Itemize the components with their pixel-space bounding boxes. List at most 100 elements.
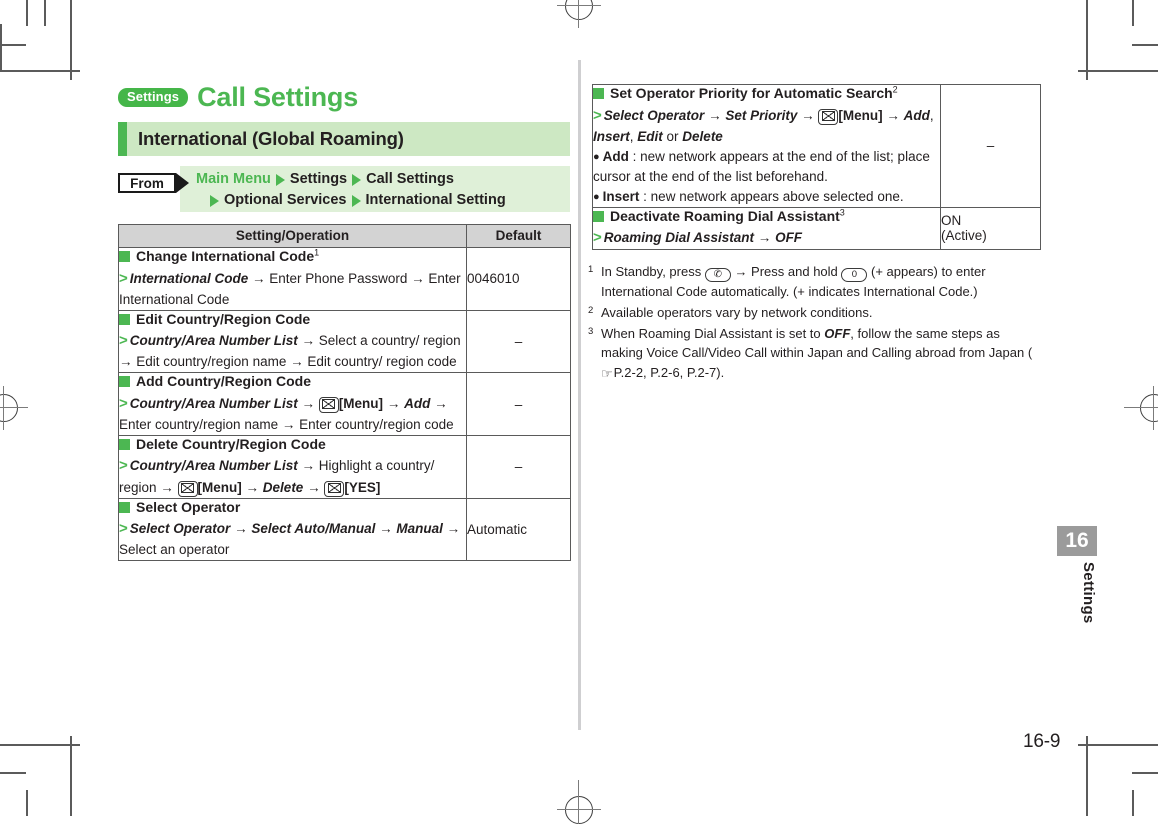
text-run: Add <box>602 148 629 164</box>
text-run: : new network appears at the end of the … <box>593 148 930 184</box>
text-run: Set Priority <box>725 107 798 123</box>
footnote-text: Available operators vary by network cond… <box>601 303 1040 323</box>
footnote-number: 1 <box>588 264 594 275</box>
step-arrow-icon: > <box>593 106 602 124</box>
breadcrumb-item-international-setting: International Setting <box>365 192 506 209</box>
text-run: Country/Area Number List <box>129 333 298 349</box>
settings-table-left: Setting/Operation Default Change Interna… <box>118 224 571 562</box>
setting-title: Edit Country/Region Code <box>119 311 466 329</box>
step-arrow-icon: > <box>119 269 128 287</box>
text-run: OFF <box>824 325 851 341</box>
table-row: Deactivate Roaming Dial Assistant3 > Roami… <box>592 206 1041 251</box>
text-run: or <box>662 128 683 144</box>
breadcrumb: From Main Menu Settings Call Settings Op… <box>118 166 570 212</box>
operation-note: ● Add : new network appears at the end of… <box>593 147 940 187</box>
setting-title: Select Operator <box>119 499 466 517</box>
operation-step: > International Code → Enter Phone Passwo… <box>119 268 466 310</box>
call-key-icon: ✆ <box>704 268 731 282</box>
step-arrow-icon: > <box>119 332 128 350</box>
footnote: 1 In Standby, press ✆ → Press and hold 0 … <box>588 262 1040 302</box>
text-run: → <box>375 521 397 537</box>
cell-setting-operation: Delete Country/Region Code > Country/Area … <box>118 434 467 499</box>
footnote-number: 2 <box>588 304 594 316</box>
default-value-line: – <box>986 138 995 154</box>
setting-title-text: Deactivate Roaming Dial Assistant3 <box>610 206 845 224</box>
footnote-text: In Standby, press ✆ → Press and hold 0 (… <box>601 262 1040 302</box>
chapter-side-tab: 16 Settings <box>1057 526 1097 624</box>
setting-title-text: Delete Country/Region Code <box>136 435 326 452</box>
bullet-icon: ● <box>593 150 600 163</box>
operation-step: > Roaming Dial Assistant → OFF <box>593 227 940 249</box>
bullet-icon: ● <box>593 190 600 203</box>
manual-page: Settings Call Settings International (Gl… <box>0 0 1158 824</box>
text-run: Add <box>404 395 431 411</box>
envelope-key-icon <box>318 396 339 413</box>
column-divider <box>578 60 581 730</box>
green-square-icon <box>119 376 130 388</box>
footnote-marker: 3 <box>839 206 845 217</box>
section-title: International (Global Roaming) <box>138 128 404 149</box>
text-run: → <box>754 230 776 246</box>
footnote-marker: 1 <box>314 247 320 258</box>
chevron-right-icon <box>352 173 362 186</box>
page-title: Call Settings <box>197 82 359 112</box>
text-run: When Roaming Dial Assistant is set to <box>601 325 825 341</box>
page-reference-icon: ☞ <box>601 366 613 381</box>
green-square-icon <box>593 88 604 99</box>
settings-badge: Settings <box>118 87 189 108</box>
text-run: → <box>797 107 819 123</box>
default-value-line: – <box>514 459 523 475</box>
footnote-text: When Roaming Dial Assistant is set to OF… <box>601 324 1040 384</box>
operation-note: ● Insert : new network appears above sele… <box>593 187 940 207</box>
chapter-label: Settings <box>1080 562 1097 624</box>
table-row: Edit Country/Region Code > Country/Area Nu… <box>118 309 571 374</box>
text-run: : new network appears above selected one… <box>639 188 904 204</box>
crop-mark-bottom-right <box>1036 694 1158 816</box>
registration-mark-left <box>0 386 28 430</box>
breadcrumb-item-call-settings: Call Settings <box>366 171 454 188</box>
chapter-number: 16 <box>1057 526 1097 556</box>
envelope-key-icon <box>818 108 839 125</box>
registration-mark-right <box>1124 386 1158 430</box>
registration-mark-bottom <box>557 780 601 826</box>
default-value-line: (Active) <box>941 228 987 244</box>
cell-default-value: – <box>466 434 571 499</box>
cell-default-value: – <box>466 309 571 374</box>
operation-step: > Country/Area Number List → [Menu] → Add… <box>119 393 466 435</box>
default-value-line: – <box>514 333 523 349</box>
text-run: Delete <box>262 479 304 495</box>
text-run: → Press and hold <box>730 264 842 279</box>
green-square-icon <box>119 501 130 513</box>
section-accent-tick <box>118 122 127 156</box>
table-row: Change International Code1 > International… <box>118 247 571 311</box>
chevron-right-icon <box>351 194 361 207</box>
text-run: P.2-2, P.2-6, P.2-7). <box>613 365 725 380</box>
envelope-key-icon <box>177 480 198 497</box>
text-run: Insert <box>602 188 640 204</box>
footnote-marker: 2 <box>892 84 898 95</box>
setting-title: Deactivate Roaming Dial Assistant3 <box>593 206 940 226</box>
from-label: From <box>118 173 176 193</box>
cell-default-value: ON (Active) <box>940 206 1041 251</box>
text-run: , <box>929 107 934 123</box>
setting-title-text: Change International Code1 <box>136 247 320 264</box>
green-square-icon <box>119 313 130 325</box>
crop-mark-tl-box <box>0 0 130 130</box>
text-run: → <box>303 479 325 495</box>
cell-default-value: Automatic <box>466 497 571 562</box>
text-run: Available operators vary by network cond… <box>601 304 873 320</box>
setting-title-text: Edit Country/Region Code <box>136 310 311 327</box>
step-arrow-icon: > <box>593 229 602 247</box>
cell-setting-operation: Deactivate Roaming Dial Assistant3 > Roami… <box>592 206 941 251</box>
envelope-key-icon <box>324 480 345 497</box>
setting-title-text: Add Country/Region Code <box>136 373 311 390</box>
step-arrow-icon: > <box>119 520 128 538</box>
text-run: → <box>882 107 904 123</box>
footnote: 2 Available operators vary by network con… <box>588 303 1040 323</box>
text-run: [Menu] <box>197 479 242 495</box>
table-body-right: Set Operator Priority for Automatic Sear… <box>592 84 1041 251</box>
default-value-line: ON <box>941 213 962 229</box>
default-value-line: Automatic <box>467 521 528 537</box>
text-run: Insert <box>593 128 630 144</box>
column-header-default: Default <box>466 224 571 248</box>
